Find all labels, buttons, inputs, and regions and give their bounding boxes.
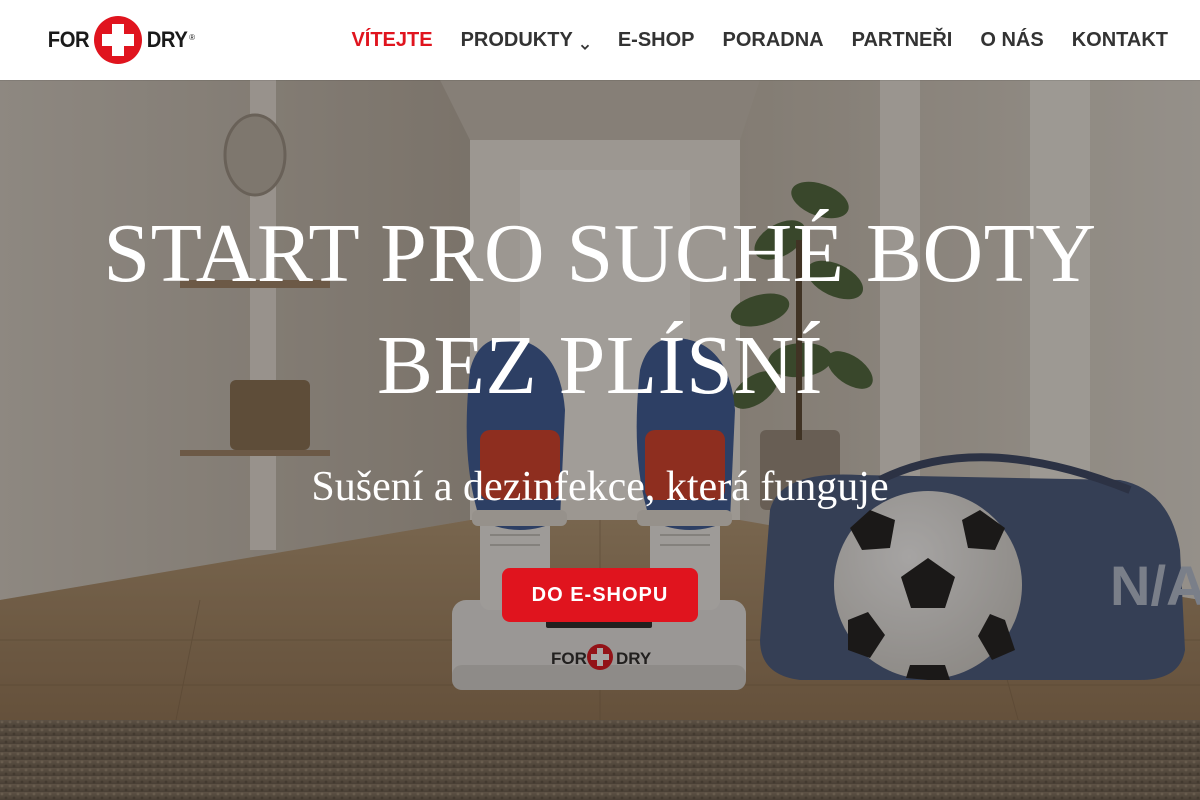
nav-item-o-nas[interactable]: O NÁS — [980, 29, 1043, 52]
logo-word-left: FOR — [47, 27, 90, 52]
nav-item-kontakt[interactable]: KONTAKT — [1072, 29, 1168, 52]
nav-item-vitejte[interactable]: VÍTEJTE — [351, 29, 432, 52]
nav-item-label: PRODUKTY — [460, 28, 573, 51]
nav-item-produkty[interactable]: PRODUKTY — [461, 29, 590, 52]
hero-title-line-1: START PRO SUCHÉ BOTY — [103, 207, 1097, 300]
nav-item-poradna[interactable]: PORADNA — [723, 29, 824, 52]
hero-title-line-2: BEZ PLÍSNÍ — [377, 319, 823, 412]
hero-title: START PRO SUCHÉ BOTY BEZ PLÍSNÍ — [0, 198, 1200, 422]
site-header: FOR DRY ® VÍTEJTE PRODUKTY E-SHOP PORADN… — [0, 0, 1200, 80]
nav-item-label: PARTNEŘI — [851, 28, 953, 51]
hero-dark-overlay — [0, 80, 1200, 800]
eshop-cta-label: DO E-SHOPU — [531, 583, 669, 606]
nav-item-partneri[interactable]: PARTNEŘI — [852, 29, 953, 52]
chevron-down-icon — [580, 35, 590, 50]
logo-word-right: DRY — [146, 27, 188, 52]
nav-item-label: O NÁS — [980, 28, 1044, 51]
nav-item-label: VÍTEJTE — [351, 28, 433, 51]
fordry-logo[interactable]: FOR DRY ® — [46, 14, 202, 66]
eshop-cta-button[interactable]: DO E-SHOPU — [502, 568, 698, 622]
nav-item-label: KONTAKT — [1071, 28, 1168, 51]
logo-cross-icon — [93, 15, 143, 65]
hero-section: FOR DRY N/A START PRO SUCHÉ BOTY BEZ PLÍ… — [0, 80, 1200, 800]
nav-item-label: E-SHOP — [617, 28, 695, 51]
nav-item-label: PORADNA — [722, 28, 824, 51]
logo-registered-mark: ® — [189, 33, 195, 42]
main-nav: VÍTEJTE PRODUKTY E-SHOP PORADNA PARTNEŘI… — [351, 0, 1168, 80]
hero-subtitle: Sušení a dezinfekce, která funguje — [311, 464, 889, 510]
nav-item-eshop[interactable]: E-SHOP — [618, 29, 695, 52]
